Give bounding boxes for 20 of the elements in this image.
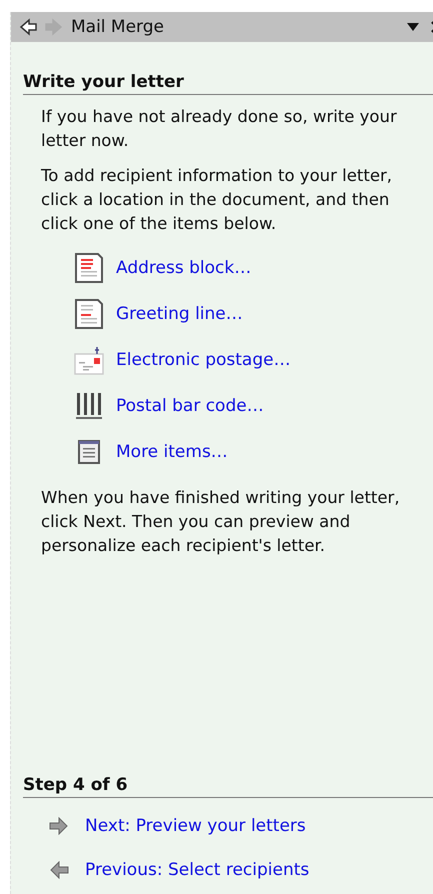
section-heading: Write your letter [23, 72, 433, 95]
right-arrow-icon [49, 817, 69, 835]
merge-field-link[interactable]: Address block… [116, 258, 252, 278]
previous-step-link[interactable]: Previous: Select recipients [85, 860, 310, 880]
pane-title: Mail Merge [71, 17, 166, 37]
merge-field-link[interactable]: Postal bar code… [116, 396, 264, 416]
barcode-icon [74, 391, 104, 421]
instruction-text: When you have finished writing your letter, click Next. Then you can preview and personalize each recipient's letter. [41, 487, 401, 557]
back-arrow-icon[interactable] [19, 18, 37, 36]
merge-field-link[interactable]: Greeting line… [116, 304, 243, 324]
address-block-icon [74, 253, 104, 283]
dropdown-icon[interactable] [407, 23, 419, 31]
step-heading: Step 4 of 6 [23, 775, 433, 798]
instruction-text: If you have not already done so, write your letter now. [41, 106, 398, 152]
next-step-link[interactable]: Next: Preview your letters [85, 816, 306, 836]
merge-field-link[interactable]: Electronic postage… [116, 350, 291, 370]
merge-field-link[interactable]: More items… [116, 442, 228, 462]
instruction-text: To add recipient information to your letter, click a location in the document, and then click one of the items below. [41, 165, 394, 235]
left-arrow-icon [49, 861, 69, 879]
envelope-stamp-icon [74, 345, 104, 375]
